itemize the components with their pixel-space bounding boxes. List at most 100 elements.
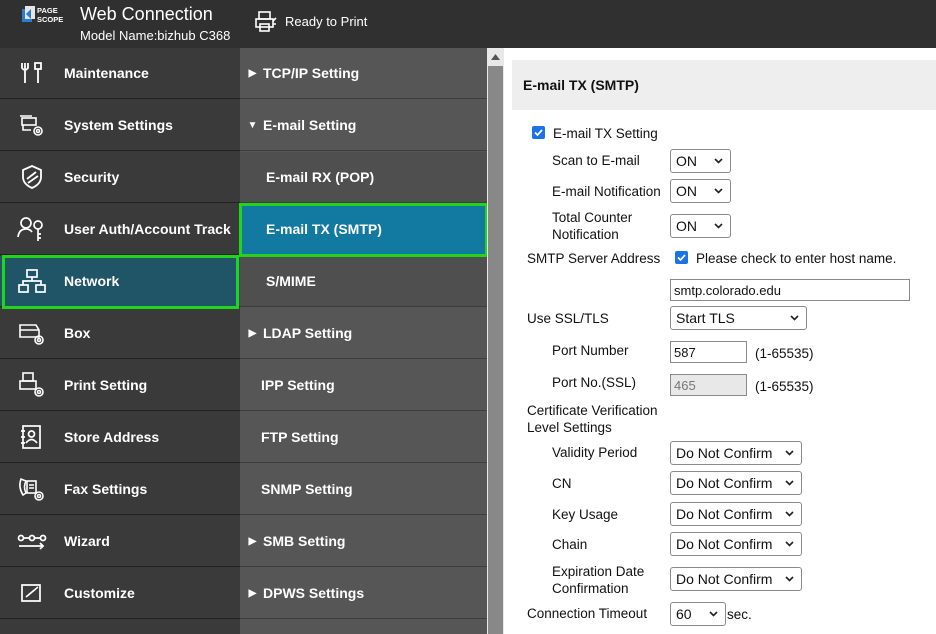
scroll-thumb[interactable]	[488, 66, 503, 634]
total-counter-select[interactable]: ON	[670, 214, 731, 238]
menu-item-store-address[interactable]: Store Address	[0, 412, 240, 463]
print-setting-icon	[0, 360, 64, 411]
menu-item-user-auth[interactable]: User Auth/Account Track	[0, 204, 240, 255]
submenu-smb-setting[interactable]: ▶ SMB Setting	[240, 516, 487, 567]
collapse-arrow-icon: ▼	[247, 119, 258, 131]
connection-timeout-label: Connection Timeout	[527, 606, 648, 621]
cert-verification-label-1: Certificate Verification	[527, 403, 658, 418]
select-value: ON	[676, 153, 697, 169]
box-icon	[0, 308, 64, 359]
logo-text-scope: SCOPE	[37, 15, 63, 24]
scan-to-email-select[interactable]: ON	[670, 149, 731, 173]
submenu-label: DPWS Settings	[263, 585, 365, 601]
submenu-label: E-mail Setting	[263, 117, 357, 133]
menu-item-network[interactable]: Network	[0, 256, 240, 307]
expiration-date-select[interactable]: Do Not Confirm	[670, 567, 802, 591]
maintenance-icon	[0, 48, 64, 99]
menu-item-label: System Settings	[64, 117, 173, 133]
menu-item-label: Print Setting	[64, 377, 148, 393]
submenu-email-tx-smtp[interactable]: E-mail TX (SMTP)	[240, 204, 487, 255]
submenu-label: TCP/IP Setting	[263, 65, 360, 81]
shield-icon	[0, 152, 64, 203]
select-value: ON	[676, 183, 697, 199]
pagescope-logo: PAGE SCOPE	[22, 4, 70, 24]
main-menu: Maintenance System Settings Security Use…	[0, 48, 240, 634]
submenu-email-setting[interactable]: ▼ E-mail Setting	[240, 100, 487, 151]
email-notification-label: E-mail Notification	[552, 184, 661, 199]
expand-arrow-icon: ▶	[248, 535, 257, 547]
select-value: 60	[676, 606, 692, 622]
port-number-range: (1-65535)	[755, 346, 814, 361]
cn-label: CN	[552, 476, 572, 491]
email-tx-setting-checkbox[interactable]	[532, 126, 545, 139]
select-value: ON	[676, 218, 697, 234]
settings-panel: E-mail TX (SMTP) E-mail TX Setting Scan …	[504, 48, 936, 634]
top-bar: PAGE SCOPE Web Connection Model Name:biz…	[0, 0, 936, 48]
select-value: Do Not Confirm	[676, 506, 773, 522]
ssl-tls-label: Use SSL/TLS	[527, 311, 609, 326]
submenu-snmp-setting[interactable]: SNMP Setting	[240, 464, 487, 515]
port-number-label: Port Number	[552, 343, 629, 358]
menu-item-maintenance[interactable]: Maintenance	[0, 48, 240, 99]
validity-period-select[interactable]: Do Not Confirm	[670, 441, 802, 465]
expand-arrow-icon: ▶	[248, 587, 257, 599]
chain-label: Chain	[552, 537, 588, 552]
expiration-date-label-1: Expiration Date	[552, 564, 645, 579]
submenu-tcpip-setting[interactable]: ▶ TCP/IP Setting	[240, 48, 487, 99]
port-number-input[interactable]: 587	[670, 341, 747, 363]
submenu-smime[interactable]: S/MIME	[240, 256, 487, 307]
submenu-ftp-setting[interactable]: FTP Setting	[240, 412, 487, 463]
chevron-down-icon	[790, 315, 799, 321]
submenu-label: E-mail TX (SMTP)	[266, 221, 382, 237]
input-value: 465	[674, 377, 696, 393]
submenu-dpws-settings[interactable]: ▶ DPWS Settings	[240, 568, 487, 619]
submenu-email-rx-pop[interactable]: E-mail RX (POP)	[240, 152, 487, 203]
submenu-label: FTP Setting	[261, 429, 339, 445]
select-value: Do Not Confirm	[676, 571, 773, 587]
menu-scrollbar[interactable]	[487, 48, 504, 634]
submenu-label: IPP Setting	[261, 377, 335, 393]
smtp-server-label: SMTP Server Address	[527, 251, 661, 266]
chain-select[interactable]: Do Not Confirm	[670, 532, 802, 556]
menu-item-label: Wizard	[64, 533, 110, 549]
menu-item-fax-settings[interactable]: Fax Settings	[0, 464, 240, 515]
submenu-label: SNMP Setting	[261, 481, 353, 497]
host-name-checkbox[interactable]	[675, 251, 688, 264]
printer-status-icon	[254, 10, 278, 34]
menu-item-label: Customize	[64, 585, 135, 601]
scan-to-email-label: Scan to E-mail	[552, 153, 640, 168]
chevron-down-icon	[785, 450, 794, 456]
menu-item-system-settings[interactable]: System Settings	[0, 100, 240, 151]
submenu-label: LDAP Setting	[263, 325, 353, 341]
email-notification-select[interactable]: ON	[670, 179, 731, 203]
menu-item-security[interactable]: Security	[0, 152, 240, 203]
menu-item-label: Fax Settings	[64, 481, 148, 497]
submenu-ldap-setting[interactable]: ▶ LDAP Setting	[240, 308, 487, 359]
validity-period-label: Validity Period	[552, 445, 638, 460]
smtp-server-input[interactable]: smtp.colorado.edu	[670, 279, 910, 301]
connection-timeout-select[interactable]: 60	[670, 602, 726, 626]
network-icon	[0, 256, 64, 307]
menu-item-label: User Auth/Account Track	[64, 221, 231, 237]
expand-arrow-icon: ▶	[248, 327, 257, 339]
menu-item-print-setting[interactable]: Print Setting	[0, 360, 240, 411]
key-usage-select[interactable]: Do Not Confirm	[670, 502, 802, 526]
input-value: 587	[674, 344, 696, 360]
fax-icon	[0, 464, 64, 515]
host-name-check-label: Please check to enter host name.	[696, 251, 897, 266]
port-ssl-input[interactable]: 465	[670, 374, 747, 396]
submenu-ipp-setting[interactable]: IPP Setting	[240, 360, 487, 411]
key-usage-label: Key Usage	[552, 507, 619, 522]
submenu-label: S/MIME	[266, 273, 316, 289]
menu-item-customize[interactable]: Customize	[0, 568, 240, 619]
ssl-tls-select[interactable]: Start TLS	[670, 306, 807, 330]
chevron-down-icon	[709, 611, 718, 617]
menu-item-wizard[interactable]: Wizard	[0, 516, 240, 567]
cn-select[interactable]: Do Not Confirm	[670, 471, 802, 495]
page-title: E-mail TX (SMTP)	[512, 60, 936, 110]
menu-item-box[interactable]: Box	[0, 308, 240, 359]
scroll-up-icon[interactable]	[487, 48, 504, 65]
wizard-icon	[0, 516, 64, 567]
sub-menu: ▶ TCP/IP Setting ▼ E-mail Setting E-mail…	[240, 48, 487, 634]
customize-icon	[0, 568, 64, 619]
